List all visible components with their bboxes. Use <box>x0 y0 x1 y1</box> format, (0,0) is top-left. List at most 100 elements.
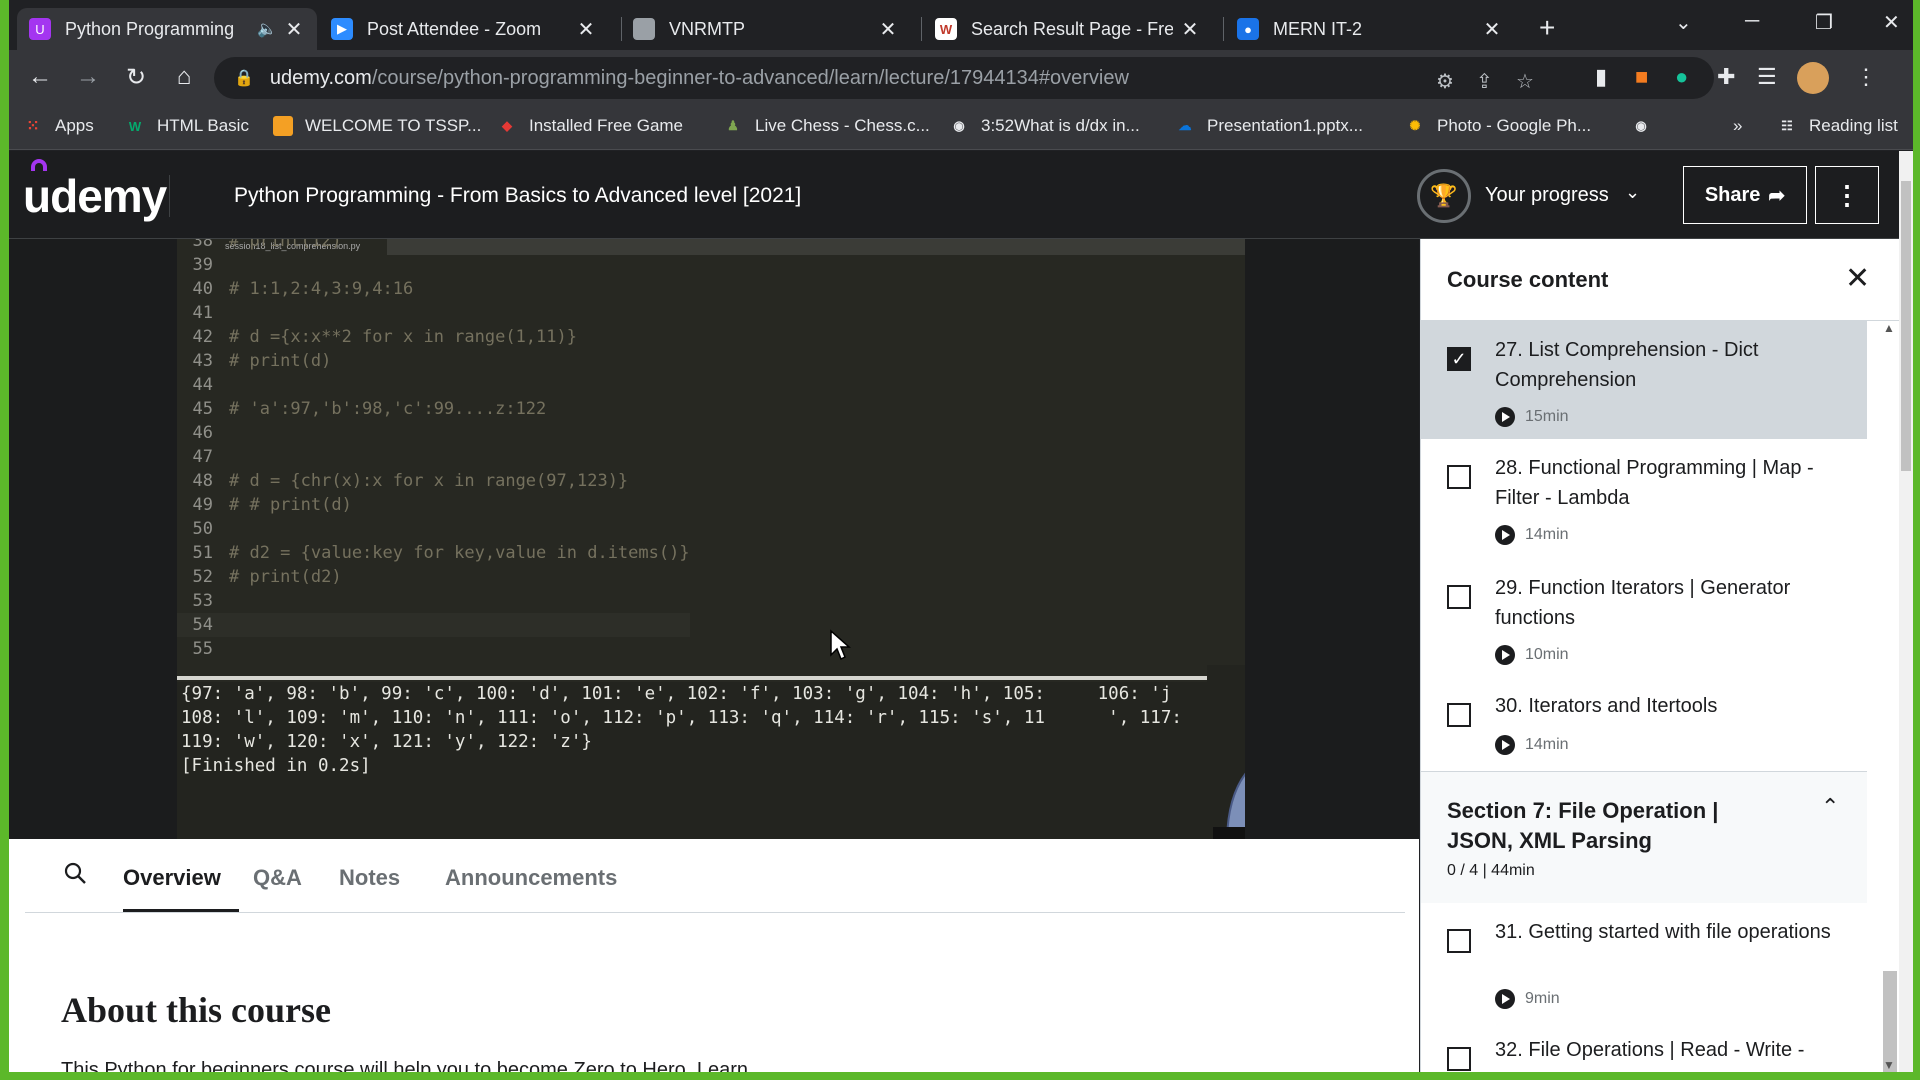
browser-tab-mern[interactable]: ● MERN IT-2 ✕ <box>1225 8 1515 50</box>
your-progress-button[interactable]: Your progress <box>1485 184 1609 207</box>
play-circle-icon <box>1495 407 1515 427</box>
more-options-button[interactable]: ⋮ <box>1815 166 1879 224</box>
close-window-icon[interactable]: ✕ <box>1883 10 1900 35</box>
bookmark-chess[interactable]: ♟ Live Chess - Chess.c... <box>723 116 930 136</box>
lecture-item[interactable]: 32. File Operations | Read - Write - <box>1421 1025 1867 1072</box>
lecture-item[interactable]: 29. Function Iterators | Generator funct… <box>1421 561 1867 679</box>
restore-icon[interactable]: ❐ <box>1815 10 1833 35</box>
bookmark-free-game[interactable]: ◆ Installed Free Game <box>497 116 683 136</box>
course-title[interactable]: Python Programming - From Basics to Adva… <box>234 184 801 208</box>
bookmark-presentation[interactable]: ☁ Presentation1.pptx... <box>1175 116 1363 136</box>
tssp-icon <box>273 116 293 136</box>
lecture-checkbox[interactable] <box>1447 465 1471 489</box>
bookmark-label: HTML Basic <box>157 116 249 135</box>
page-favicon-icon <box>633 18 655 40</box>
lecture-title: 30. Iterators and Itertools <box>1495 695 1718 717</box>
grammarly-icon[interactable]: ● <box>1675 64 1688 90</box>
line-number: 43 <box>192 351 213 371</box>
bookmark-html-basic[interactable]: W HTML Basic <box>125 116 249 136</box>
close-tab-icon[interactable]: ✕ <box>877 17 899 42</box>
reading-list-button[interactable]: ☷ Reading list <box>1777 116 1898 136</box>
duration-label: 10min <box>1525 646 1569 663</box>
code-line: 52 # print(d2) <box>177 565 690 589</box>
speaker-mute-icon[interactable]: 🔈 <box>257 19 277 39</box>
extensions-puzzle-icon[interactable]: ✚ <box>1717 64 1735 90</box>
reload-icon[interactable]: ↻ <box>121 63 151 92</box>
udemy-favicon-icon: U <box>29 18 51 40</box>
page-scrollbar[interactable] <box>1899 151 1913 1072</box>
bookmark-google-photos[interactable]: ✺ Photo - Google Ph... <box>1405 116 1592 136</box>
lecture-checkbox[interactable] <box>1447 1047 1471 1071</box>
udemy-logo[interactable]: udemy <box>23 169 167 223</box>
browser-tab-vnrmtp[interactable]: VNRMTP ✕ <box>621 8 911 50</box>
lecture-checkbox[interactable]: ✓ <box>1447 347 1471 371</box>
duration-label: 15min <box>1525 408 1569 425</box>
bookmark-apps[interactable]: ⁙ Apps <box>23 116 93 136</box>
lecture-item[interactable]: 31. Getting started with file operations… <box>1421 905 1867 1023</box>
code-line: 49 # # print(d) <box>177 493 690 517</box>
close-tab-icon[interactable]: ✕ <box>1481 17 1503 42</box>
play-circle-icon <box>1495 645 1515 665</box>
console-output: {97: 'a', 98: 'b', 99: 'c', 100: 'd', 10… <box>177 682 1245 839</box>
lecture-item[interactable]: ✓ 27. List Comprehension - Dict Comprehe… <box>1421 321 1867 439</box>
search-favicon-icon: W <box>935 18 957 40</box>
tab-search-chevron-icon[interactable]: ⌄ <box>1675 10 1692 35</box>
page-scroll-thumb[interactable] <box>1901 181 1911 471</box>
bookmark-ddx[interactable]: ◉ 3:52What is d/dx in... <box>949 116 1139 136</box>
lecture-item[interactable]: 28. Functional Programming | Map - Filte… <box>1421 441 1867 559</box>
browser-tab-search[interactable]: W Search Result Page - Free ✕ <box>923 8 1213 50</box>
code-line: 41 <box>177 301 690 325</box>
browser-tab-zoom[interactable]: ▶ Post Attendee - Zoom ✕ <box>319 8 609 50</box>
bookmark-star-icon[interactable]: ☆ <box>1516 69 1534 94</box>
extension-orange-icon[interactable]: ■ <box>1635 64 1648 90</box>
share-button[interactable]: Share ➦ <box>1683 166 1807 224</box>
sidebar-scroll-thumb[interactable] <box>1883 971 1897 1072</box>
search-icon[interactable] <box>63 861 87 885</box>
console-line: {97: 'a', 98: 'b', 99: 'c', 100: 'd', 10… <box>181 684 1172 704</box>
media-control-icon[interactable]: ☰ <box>1757 64 1777 90</box>
lecture-item[interactable]: 30. Iterators and Itertools 14min <box>1421 681 1867 769</box>
close-tab-icon[interactable]: ✕ <box>283 17 305 42</box>
back-icon[interactable]: ← <box>25 63 55 91</box>
scroll-down-arrow-icon[interactable]: ▼ <box>1883 1058 1895 1072</box>
home-icon[interactable]: ⌂ <box>169 63 199 91</box>
console-line: 108: 'l', 109: 'm', 110: 'n', 111: 'o', … <box>181 708 1182 728</box>
address-bar[interactable]: 🔒 udemy.com/course/python-programming-be… <box>214 57 1714 99</box>
tab-announcements[interactable]: Announcements <box>445 865 617 891</box>
sidebar-scrollbar[interactable]: ▲ ▼ <box>1879 321 1901 1072</box>
bookmark-tssp[interactable]: WELCOME TO TSSP... <box>273 116 481 136</box>
scroll-up-arrow-icon[interactable]: ▲ <box>1883 321 1895 335</box>
chevron-down-icon[interactable]: ⌄ <box>1625 182 1640 203</box>
tab-notes[interactable]: Notes <box>339 865 400 891</box>
about-text: This Python for beginners course will he… <box>61 1059 749 1072</box>
profile-avatar[interactable] <box>1797 62 1829 94</box>
tab-overview[interactable]: Overview <box>123 865 221 891</box>
bookmark-globe[interactable]: ◉ <box>1631 116 1663 136</box>
browser-menu-icon[interactable]: ⋮ <box>1855 64 1877 90</box>
lecture-checkbox[interactable] <box>1447 585 1471 609</box>
bookmarks-bar: ⁙ Apps W HTML Basic WELCOME TO TSSP... ◆… <box>9 106 1913 150</box>
play-circle-icon <box>1495 989 1515 1009</box>
lecture-checkbox[interactable] <box>1447 703 1471 727</box>
bookmarks-overflow[interactable]: » <box>1733 116 1742 136</box>
minimize-icon[interactable]: ─ <box>1745 10 1759 33</box>
browser-tab-udemy[interactable]: U Python Programming 🔈 ✕ <box>17 8 317 50</box>
trophy-icon[interactable]: 🏆 <box>1417 169 1471 223</box>
lecture-title: 29. Function Iterators | Generator funct… <box>1495 577 1791 629</box>
tab-qa[interactable]: Q&A <box>253 865 302 891</box>
chevron-up-icon[interactable]: ⌃ <box>1821 794 1839 820</box>
code-line: 55 <box>177 637 690 661</box>
forward-icon[interactable]: → <box>73 63 103 91</box>
video-player[interactable]: session18_list_comprehension.py 38 # prin… <box>9 239 1419 839</box>
share-page-icon[interactable]: ⇪ <box>1476 69 1493 94</box>
close-tab-icon[interactable]: ✕ <box>575 17 597 42</box>
close-sidebar-icon[interactable]: ✕ <box>1845 261 1870 296</box>
bookmark-label: Installed Free Game <box>529 116 684 135</box>
line-number: 53 <box>192 591 213 611</box>
lecture-checkbox[interactable] <box>1447 929 1471 953</box>
office-extension-icon[interactable]: ▮ <box>1595 64 1607 90</box>
new-tab-icon[interactable]: + <box>1539 12 1555 44</box>
section-header[interactable]: Section 7: File Operation | JSON, XML Pa… <box>1421 771 1867 903</box>
close-tab-icon[interactable]: ✕ <box>1179 17 1201 42</box>
site-settings-icon[interactable]: ⚙ <box>1436 69 1454 94</box>
